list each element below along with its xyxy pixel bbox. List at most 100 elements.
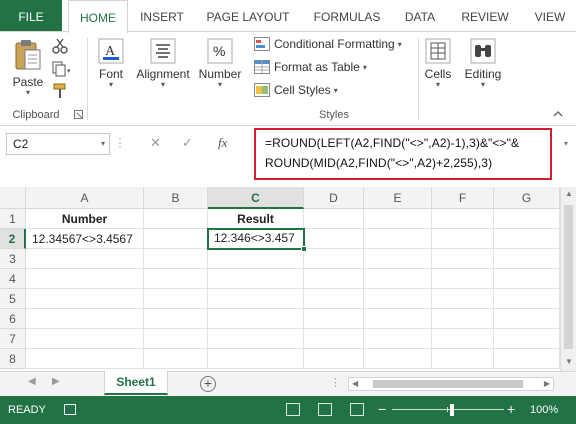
- next-sheet-icon[interactable]: ▶: [52, 376, 60, 387]
- grid-cell[interactable]: [304, 329, 364, 349]
- grid-cell[interactable]: [208, 349, 304, 369]
- name-box[interactable]: C2 ▾: [6, 133, 110, 155]
- cell-c2[interactable]: 12.346<>3.457: [207, 228, 305, 250]
- grid-cell[interactable]: [494, 269, 560, 289]
- copy-icon[interactable]: ▾: [52, 61, 74, 77]
- scroll-right-icon[interactable]: ▶: [544, 379, 550, 388]
- editing-button[interactable]: Editing ▾: [460, 38, 506, 89]
- vertical-scroll-thumb[interactable]: [564, 205, 573, 349]
- tab-insert[interactable]: INSERT: [132, 0, 192, 32]
- row-header-5[interactable]: 5: [0, 289, 26, 309]
- cells-button[interactable]: Cells ▾: [420, 38, 456, 89]
- tab-review[interactable]: REVIEW: [458, 0, 512, 32]
- grid-cell[interactable]: [144, 309, 208, 329]
- grid-cell[interactable]: [208, 309, 304, 329]
- column-header-e[interactable]: E: [364, 187, 432, 209]
- grid-cell[interactable]: [304, 349, 364, 369]
- previous-sheet-icon[interactable]: ◀: [28, 376, 36, 387]
- row-header-8[interactable]: 8: [0, 349, 26, 369]
- grid-cell[interactable]: [432, 309, 494, 329]
- grid-cell[interactable]: [494, 229, 560, 249]
- grid-cell[interactable]: [304, 209, 364, 229]
- grid-cell[interactable]: [26, 289, 144, 309]
- tab-view[interactable]: VIEW: [524, 0, 576, 32]
- grid-cell[interactable]: [144, 229, 208, 249]
- row-header-4[interactable]: 4: [0, 269, 26, 289]
- normal-view-icon[interactable]: [286, 403, 300, 416]
- sheet-tab-sheet1[interactable]: Sheet1: [104, 371, 168, 395]
- grid-cell[interactable]: [432, 349, 494, 369]
- row-header-1[interactable]: 1: [0, 209, 26, 229]
- grid-cell[interactable]: [364, 309, 432, 329]
- grid-cell[interactable]: [26, 349, 144, 369]
- grid-cell[interactable]: [144, 329, 208, 349]
- horizontal-scroll-thumb[interactable]: [373, 380, 523, 388]
- column-header-f[interactable]: F: [432, 187, 494, 209]
- row-header-7[interactable]: 7: [0, 329, 26, 349]
- grid-cell[interactable]: [494, 349, 560, 369]
- grid-cell[interactable]: [208, 289, 304, 309]
- dialog-launcher-icon[interactable]: [74, 110, 83, 119]
- macro-record-icon[interactable]: [64, 404, 76, 415]
- page-layout-view-icon[interactable]: [318, 403, 332, 416]
- insert-function-icon[interactable]: fx: [218, 135, 227, 151]
- chevron-down-icon[interactable]: ▾: [101, 134, 105, 154]
- column-header-d[interactable]: D: [304, 187, 364, 209]
- collapse-ribbon-icon[interactable]: [553, 110, 563, 118]
- cell-a1[interactable]: Number: [26, 209, 144, 229]
- font-button[interactable]: A Font ▾: [92, 38, 130, 89]
- cancel-icon[interactable]: ✕: [150, 135, 161, 151]
- zoom-out-icon[interactable]: −: [378, 401, 386, 417]
- cut-icon[interactable]: [52, 38, 68, 54]
- grid-cell[interactable]: [144, 269, 208, 289]
- grid-cell[interactable]: [144, 209, 208, 229]
- format-as-table-button[interactable]: Format as Table ▾: [254, 60, 367, 74]
- scroll-down-icon[interactable]: ▼: [565, 357, 573, 366]
- grid-cell[interactable]: [432, 229, 494, 249]
- row-header-3[interactable]: 3: [0, 249, 26, 269]
- grid-cell[interactable]: [364, 289, 432, 309]
- grid-cell[interactable]: [494, 329, 560, 349]
- grid-cell[interactable]: [432, 209, 494, 229]
- zoom-slider[interactable]: [392, 409, 504, 410]
- scroll-up-icon[interactable]: ▲: [565, 189, 573, 198]
- grid-cell[interactable]: [304, 229, 364, 249]
- column-header-c[interactable]: C: [208, 187, 304, 209]
- tab-data[interactable]: DATA: [395, 0, 445, 32]
- row-header-2[interactable]: 2: [0, 229, 26, 249]
- grid-cell[interactable]: [432, 269, 494, 289]
- grid-cell[interactable]: [26, 269, 144, 289]
- add-sheet-icon[interactable]: +: [200, 376, 216, 392]
- grid-cell[interactable]: [144, 349, 208, 369]
- select-all-corner[interactable]: [0, 187, 26, 209]
- enter-icon[interactable]: ✓: [182, 135, 193, 151]
- conditional-formatting-button[interactable]: Conditional Formatting ▾: [254, 37, 402, 51]
- alignment-button[interactable]: Alignment ▾: [133, 38, 193, 89]
- expand-formula-bar-icon[interactable]: ▾: [564, 139, 568, 148]
- cell-styles-button[interactable]: Cell Styles ▾: [254, 83, 338, 97]
- grid-cell[interactable]: [304, 269, 364, 289]
- tab-formulas[interactable]: FORMULAS: [306, 0, 388, 32]
- tab-home[interactable]: HOME: [68, 0, 128, 33]
- grid-cell[interactable]: [364, 349, 432, 369]
- fill-handle[interactable]: [301, 246, 307, 252]
- scroll-left-icon[interactable]: ◀: [352, 379, 358, 388]
- grid-cell[interactable]: [494, 209, 560, 229]
- column-header-a[interactable]: A: [26, 187, 144, 209]
- tab-page-layout[interactable]: PAGE LAYOUT: [200, 0, 296, 32]
- horizontal-scrollbar[interactable]: ◀ ▶: [348, 377, 554, 391]
- grid-cell[interactable]: [364, 229, 432, 249]
- grid-cell[interactable]: [26, 309, 144, 329]
- paste-button[interactable]: Paste ▾: [8, 38, 48, 97]
- column-header-g[interactable]: G: [494, 187, 560, 209]
- grid-cell[interactable]: [432, 249, 494, 269]
- formula-input[interactable]: =ROUND(LEFT(A2,FIND("<>",A2)-1),3)&"<>"&…: [254, 128, 552, 180]
- grid-cell[interactable]: [364, 209, 432, 229]
- grid-cell[interactable]: [364, 329, 432, 349]
- zoom-slider-thumb[interactable]: [450, 404, 454, 416]
- tab-file[interactable]: FILE: [0, 0, 62, 32]
- vertical-scrollbar[interactable]: ▲ ▼: [560, 187, 576, 371]
- grid-cell[interactable]: [494, 249, 560, 269]
- zoom-in-icon[interactable]: +: [507, 401, 515, 417]
- zoom-level[interactable]: 100%: [530, 404, 558, 416]
